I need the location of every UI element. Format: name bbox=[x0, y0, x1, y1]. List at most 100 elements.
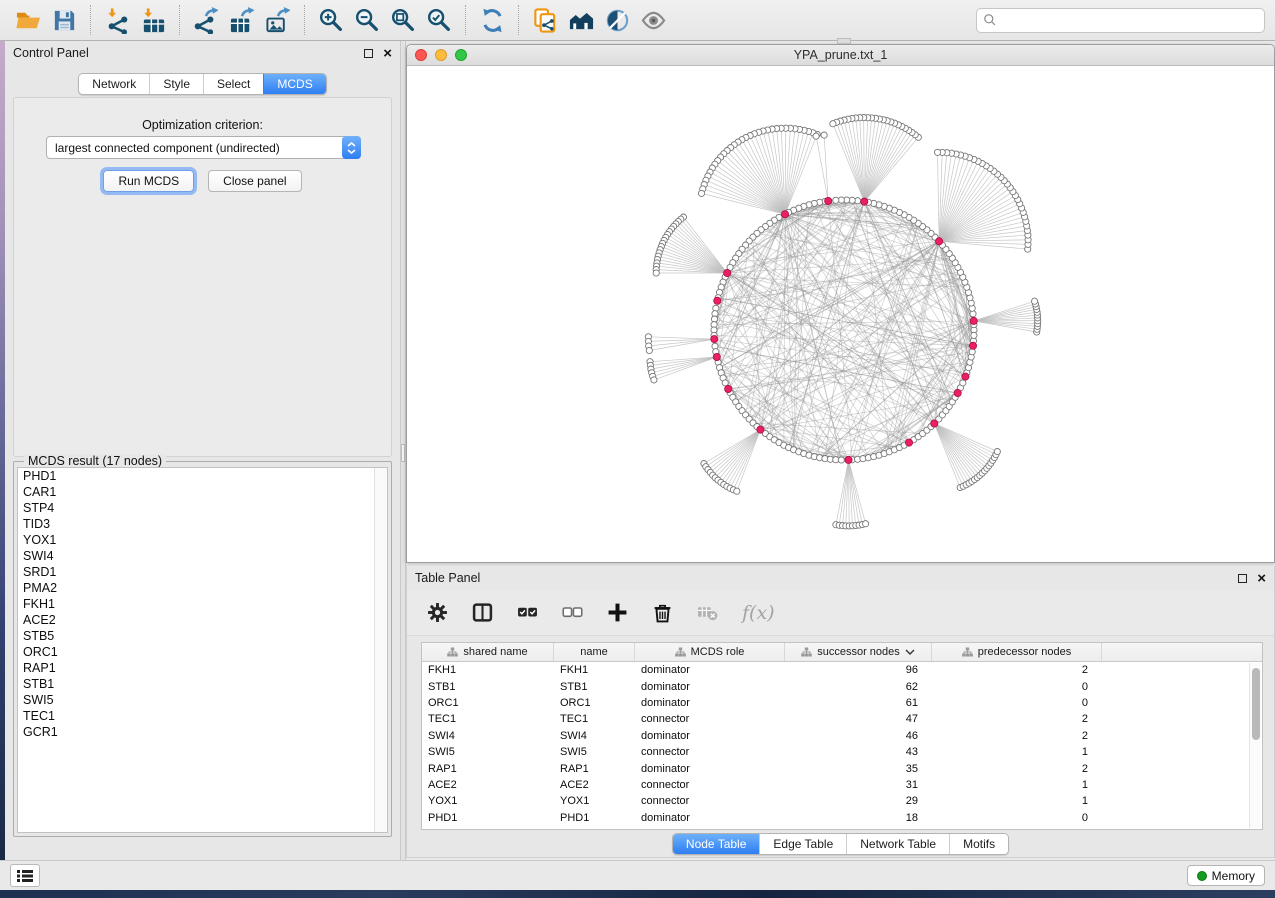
table-cell[interactable]: ACE2 bbox=[554, 779, 635, 791]
node[interactable] bbox=[863, 521, 869, 527]
table-row[interactable]: ACE2ACE2connector311 bbox=[422, 777, 1262, 793]
table-cell[interactable]: FKH1 bbox=[554, 664, 635, 676]
table-cell[interactable]: FKH1 bbox=[422, 664, 554, 676]
open-file-button[interactable] bbox=[10, 3, 46, 37]
export-network-button[interactable] bbox=[188, 3, 224, 37]
memory-button[interactable]: Memory bbox=[1187, 865, 1265, 886]
node[interactable] bbox=[821, 132, 827, 138]
mcds-result-item[interactable]: GCR1 bbox=[18, 724, 387, 740]
edge[interactable] bbox=[833, 124, 864, 202]
column-header-shared-name[interactable]: shared name bbox=[422, 643, 554, 661]
edge[interactable] bbox=[934, 424, 984, 471]
zoom-fit-button[interactable] bbox=[385, 3, 421, 37]
edge[interactable] bbox=[934, 424, 991, 464]
table-cell[interactable]: 62 bbox=[785, 681, 932, 693]
edge[interactable] bbox=[724, 430, 761, 485]
table-cell[interactable]: 0 bbox=[932, 697, 1102, 709]
tab-mcds[interactable]: MCDS bbox=[263, 74, 325, 94]
run-mcds-button[interactable]: Run MCDS bbox=[103, 170, 194, 192]
float-panel-icon[interactable] bbox=[364, 49, 373, 58]
mcds-node[interactable] bbox=[936, 238, 943, 245]
table-cell[interactable]: SWI5 bbox=[422, 746, 554, 758]
table-cell[interactable]: ORC1 bbox=[422, 697, 554, 709]
edge[interactable] bbox=[708, 176, 785, 214]
table-cell[interactable]: STB1 bbox=[554, 681, 635, 693]
zoom-selected-button[interactable] bbox=[421, 3, 457, 37]
gear-button[interactable] bbox=[427, 602, 448, 623]
table-cell[interactable]: TEC1 bbox=[554, 713, 635, 725]
mcds-node[interactable] bbox=[781, 211, 788, 218]
mcds-result-item[interactable]: PMA2 bbox=[18, 580, 387, 596]
delete-column-button[interactable] bbox=[652, 602, 673, 623]
mcds-result-item[interactable]: STB5 bbox=[18, 628, 387, 644]
mcds-node[interactable] bbox=[970, 317, 977, 324]
table-cell[interactable]: ACE2 bbox=[422, 779, 554, 791]
mcds-node[interactable] bbox=[825, 197, 832, 204]
column-header-predecessor-nodes[interactable]: predecessor nodes bbox=[932, 643, 1102, 661]
close-panel-icon[interactable]: × bbox=[383, 49, 392, 58]
table-cell[interactable]: 2 bbox=[932, 664, 1102, 676]
edge[interactable] bbox=[934, 424, 982, 474]
table-row[interactable]: RAP1RAP1dominator352 bbox=[422, 760, 1262, 776]
mcds-result-item[interactable]: TID3 bbox=[18, 516, 387, 532]
save-session-button[interactable] bbox=[46, 3, 82, 37]
edge[interactable] bbox=[718, 430, 760, 481]
table-row[interactable]: SWI4SWI4dominator462 bbox=[422, 728, 1262, 744]
table-cell[interactable]: SWI4 bbox=[554, 730, 635, 742]
table-cell[interactable]: dominator bbox=[635, 812, 785, 824]
eye-button[interactable] bbox=[635, 3, 671, 37]
table-cell[interactable]: connector bbox=[635, 746, 785, 758]
clone-network-button[interactable] bbox=[527, 3, 563, 37]
table-cell[interactable]: 18 bbox=[785, 812, 932, 824]
table-scrollbar[interactable] bbox=[1249, 663, 1261, 828]
table-cell[interactable]: PHD1 bbox=[422, 812, 554, 824]
network-canvas[interactable] bbox=[407, 66, 1274, 562]
table-cell[interactable]: 2 bbox=[932, 730, 1102, 742]
table-cell[interactable]: STB1 bbox=[422, 681, 554, 693]
table-cell[interactable]: 2 bbox=[932, 713, 1102, 725]
node[interactable] bbox=[830, 121, 836, 127]
table-cell[interactable]: 2 bbox=[932, 763, 1102, 775]
edge[interactable] bbox=[938, 152, 940, 241]
mcds-node[interactable] bbox=[931, 420, 938, 427]
mcds-node[interactable] bbox=[905, 439, 912, 446]
table-cell[interactable]: 1 bbox=[932, 779, 1102, 791]
node[interactable] bbox=[653, 270, 659, 276]
edge[interactable] bbox=[768, 130, 785, 214]
table-row[interactable]: PHD1PHD1dominator180 bbox=[422, 810, 1262, 826]
table-tab-network-table[interactable]: Network Table bbox=[846, 834, 949, 854]
edge[interactable] bbox=[710, 430, 760, 473]
table-tab-motifs[interactable]: Motifs bbox=[949, 834, 1008, 854]
table-cell[interactable]: 31 bbox=[785, 779, 932, 791]
table-cell[interactable]: dominator bbox=[635, 730, 785, 742]
node[interactable] bbox=[960, 380, 966, 386]
table-cell[interactable]: dominator bbox=[635, 681, 785, 693]
edge[interactable] bbox=[939, 177, 1001, 241]
mcds-node[interactable] bbox=[861, 198, 868, 205]
edge[interactable] bbox=[661, 247, 727, 274]
mcds-node[interactable] bbox=[969, 342, 976, 349]
table-tab-node-table[interactable]: Node Table bbox=[673, 834, 760, 854]
export-table-button[interactable] bbox=[224, 3, 260, 37]
mcds-result-item[interactable]: STP4 bbox=[18, 500, 387, 516]
table-cell[interactable]: PHD1 bbox=[554, 812, 635, 824]
close-panel-button[interactable]: Close panel bbox=[208, 170, 301, 192]
splitter-grip[interactable] bbox=[401, 444, 405, 462]
toggle-details-button[interactable] bbox=[599, 3, 635, 37]
table-cell[interactable]: TEC1 bbox=[422, 713, 554, 725]
table-cell[interactable]: connector bbox=[635, 795, 785, 807]
table-cell[interactable]: ORC1 bbox=[554, 697, 635, 709]
status-menu-button[interactable] bbox=[10, 864, 40, 887]
horizontal-splitter-grip[interactable] bbox=[837, 38, 851, 44]
search-input[interactable] bbox=[1001, 12, 1258, 28]
node[interactable] bbox=[734, 488, 740, 494]
edge[interactable] bbox=[648, 337, 714, 339]
table-cell[interactable]: 61 bbox=[785, 697, 932, 709]
edge[interactable] bbox=[843, 460, 849, 526]
mcds-result-item[interactable]: ACE2 bbox=[18, 612, 387, 628]
node[interactable] bbox=[698, 190, 704, 196]
column-header-successor-nodes[interactable]: successor nodes bbox=[785, 643, 932, 661]
table-cell[interactable]: dominator bbox=[635, 664, 785, 676]
table-cell[interactable]: 0 bbox=[932, 812, 1102, 824]
table-row[interactable]: ORC1ORC1dominator610 bbox=[422, 695, 1262, 711]
